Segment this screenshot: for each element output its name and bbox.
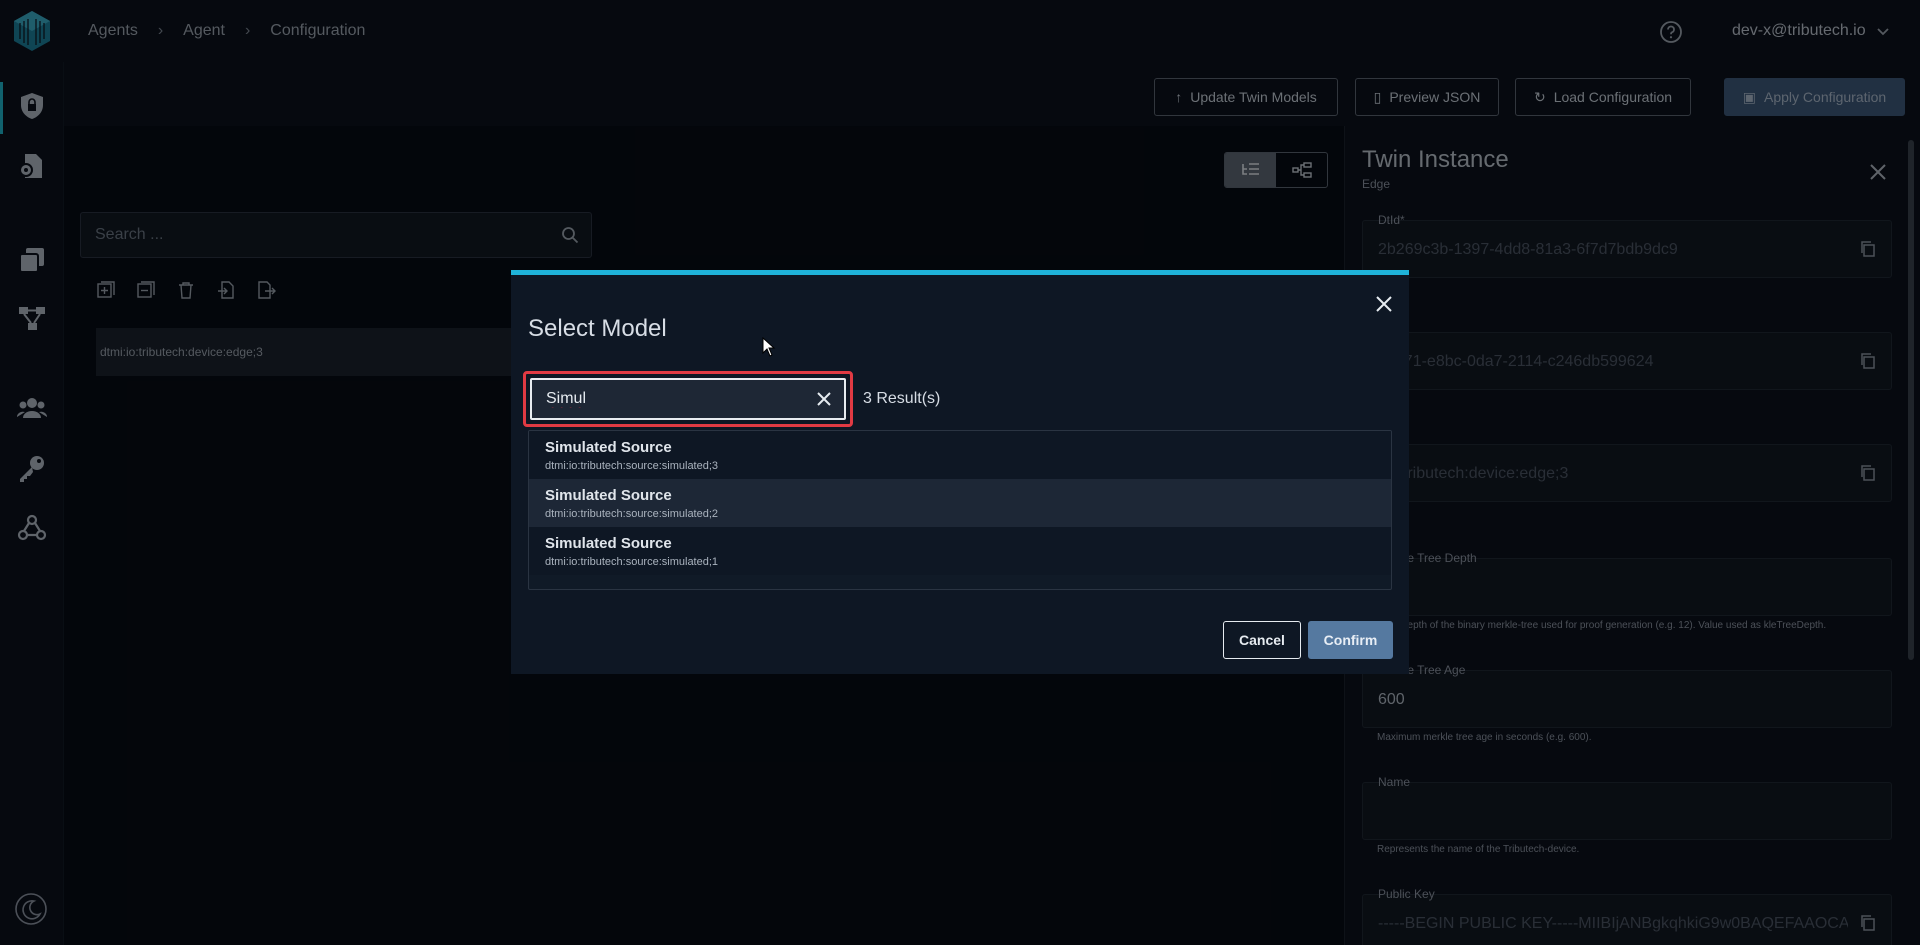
search-highlight xyxy=(523,371,853,427)
model-search-input[interactable] xyxy=(532,380,802,418)
list-item[interactable]: Simulated Source dtmi:io:tributech:sourc… xyxy=(529,527,1391,575)
select-model-dialog: Select Model 3 Result(s) Simulated Sourc… xyxy=(511,270,1409,674)
results-count: 3 Result(s) xyxy=(863,390,941,407)
model-id: dtmi:io:tributech:source:simulated;1 xyxy=(545,556,719,568)
model-name: Simulated Source xyxy=(545,439,672,456)
model-results-list: Simulated Source dtmi:io:tributech:sourc… xyxy=(528,430,1392,590)
model-name: Simulated Source xyxy=(545,487,672,504)
model-id: dtmi:io:tributech:source:simulated;2 xyxy=(545,508,719,520)
cancel-button[interactable]: Cancel xyxy=(1223,621,1301,659)
model-name: Simulated Source xyxy=(545,535,672,552)
list-item[interactable]: Simulated Source dtmi:io:tributech:sourc… xyxy=(529,479,1391,527)
model-search-field[interactable] xyxy=(530,378,846,420)
model-id: dtmi:io:tributech:source:simulated;3 xyxy=(545,460,719,472)
clear-icon[interactable] xyxy=(814,389,834,409)
dialog-title: Select Model xyxy=(528,315,667,342)
mouse-pointer-icon xyxy=(762,337,776,357)
list-item[interactable]: Simulated Source dtmi:io:tributech:sourc… xyxy=(529,431,1391,479)
confirm-button[interactable]: Confirm xyxy=(1308,621,1393,659)
close-icon[interactable] xyxy=(1373,293,1395,315)
